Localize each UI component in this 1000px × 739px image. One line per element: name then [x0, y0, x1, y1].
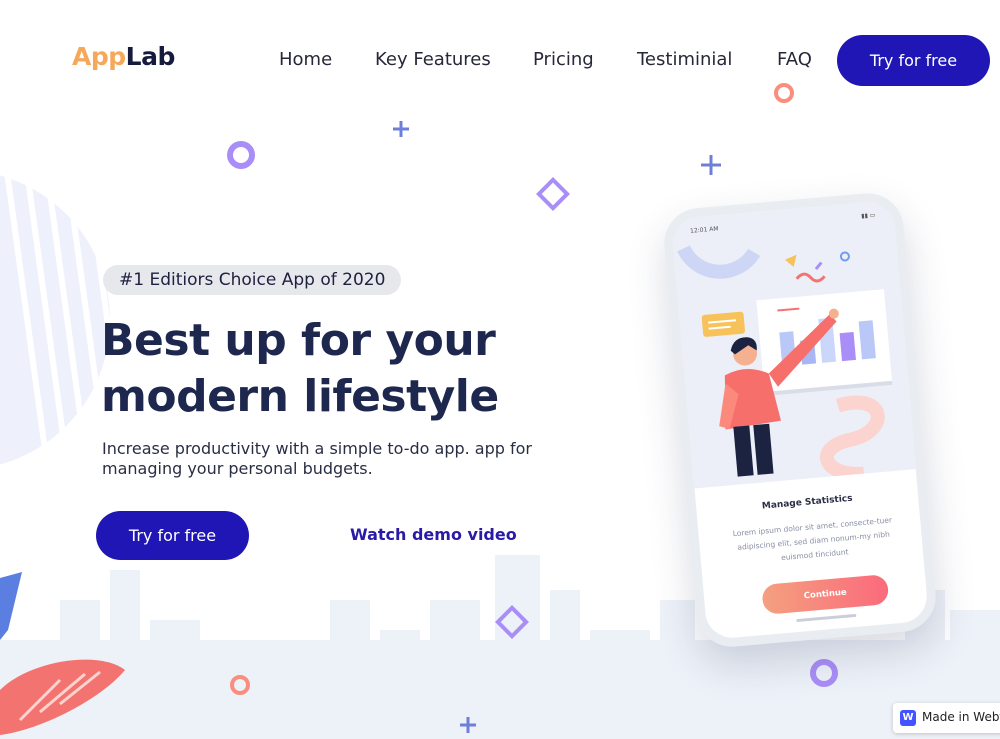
hero-title: Best up for your modern lifestyle — [101, 315, 499, 422]
webflow-icon: W — [900, 710, 916, 726]
logo-part-lab: Lab — [125, 42, 176, 71]
nav-link-home[interactable]: Home — [279, 49, 332, 70]
hero-try-free-button[interactable]: Try for free — [96, 511, 249, 560]
logo-part-app: App — [72, 42, 126, 71]
nav-link-faq[interactable]: FAQ — [777, 49, 812, 70]
made-in-webflow-label: Made in Webflow — [922, 710, 1000, 724]
phone-mockup: 12:01 AM ▮▮ ▭ Manage Statistics Lorem ip… — [661, 190, 939, 650]
made-in-webflow-badge[interactable]: W Made in Webflow — [893, 703, 1000, 733]
landing-page: AppLab Home Key Features Pricing Testimi… — [0, 0, 1000, 739]
nav-link-testimonial[interactable]: Testiminial — [637, 49, 732, 70]
phone-screen: 12:01 AM ▮▮ ▭ Manage Statistics Lorem ip… — [671, 200, 930, 648]
hero-subtitle: Increase productivity with a simple to-d… — [102, 439, 532, 478]
phone-illustration-area: 12:01 AM ▮▮ ▭ — [671, 200, 916, 489]
editors-choice-badge: #1 Editiors Choice App of 2020 — [103, 265, 402, 295]
applab-logo[interactable]: AppLab — [72, 42, 175, 71]
nav-try-free-button[interactable]: Try for free — [837, 35, 990, 86]
presenter-illustration — [677, 245, 893, 481]
watch-demo-link[interactable]: Watch demo video — [350, 525, 517, 544]
nav-link-key-features[interactable]: Key Features — [375, 49, 491, 70]
nav-link-pricing[interactable]: Pricing — [533, 49, 594, 70]
